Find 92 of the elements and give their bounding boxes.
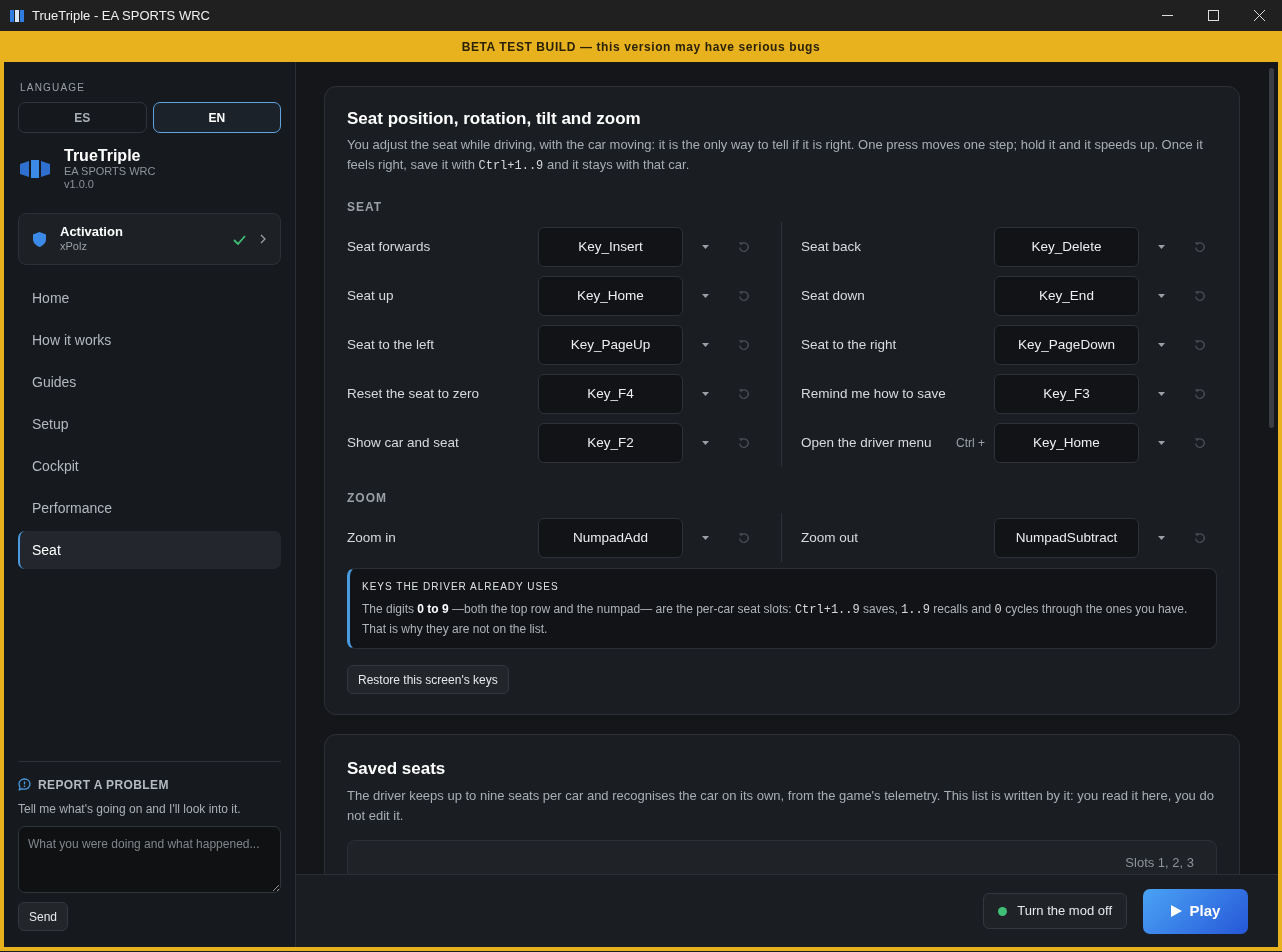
activation-title: Activation — [60, 224, 123, 239]
nav-item[interactable]: How it works — [18, 321, 281, 359]
section-title: Seat position, rotation, tilt and zoom — [347, 109, 642, 130]
app-name: TrueTriple — [64, 147, 142, 165]
reset-icon[interactable] — [1194, 531, 1206, 544]
binding-label: Zoom out — [801, 528, 860, 547]
nav-item[interactable]: Cockpit — [18, 447, 281, 485]
key-field[interactable]: Key_F3 — [994, 373, 1139, 414]
key-field[interactable]: Key_F4 — [538, 373, 683, 414]
reset-icon[interactable] — [738, 338, 750, 351]
binding-label: Reset the seat to zero — [347, 384, 481, 403]
binding-label: Seat to the left — [347, 335, 436, 354]
nav-item[interactable]: Guides — [18, 363, 281, 401]
app-subtitle: EA SPORTS WRC — [64, 165, 156, 178]
nav-item[interactable]: Setup — [18, 405, 281, 443]
key-field[interactable]: Key_F2 — [538, 422, 683, 463]
reset-icon[interactable] — [738, 531, 750, 544]
reset-icon[interactable] — [1194, 289, 1206, 302]
caret-down-icon[interactable] — [1157, 244, 1165, 249]
callout-text: The digits 0 to 9 —both the top row and the numpad— are the per-car seat slots: Ctrl+1..9 saves, 1..9 recalls and 0 cycles through the ones you have. That is why they are not on the list. — [362, 601, 1189, 639]
key-field[interactable]: Key_Insert — [538, 226, 683, 267]
callout-title: KEYS THE DRIVER ALREADY USES — [362, 580, 560, 595]
report-textarea[interactable]: What you were doing and what happened... — [18, 825, 281, 893]
reset-icon[interactable] — [738, 289, 750, 302]
window-title: TrueTriple - EA SPORTS WRC — [32, 6, 210, 25]
caret-down-icon[interactable] — [1157, 535, 1165, 540]
shield-icon — [33, 231, 46, 247]
key-field[interactable]: NumpadSubtract — [994, 517, 1139, 558]
reset-icon[interactable] — [1194, 436, 1206, 449]
language-label: LANGUAGE — [19, 81, 87, 95]
caret-down-icon[interactable] — [701, 342, 709, 347]
caret-down-icon[interactable] — [1157, 391, 1165, 396]
close-icon — [1253, 10, 1265, 21]
group-heading: ZOOM — [347, 490, 388, 508]
send-button[interactable]: Send — [18, 902, 69, 931]
binding-label: Open the driver menu — [801, 433, 933, 452]
caret-down-icon[interactable] — [1157, 293, 1165, 298]
restore-keys-button[interactable]: Restore this screen's keys — [347, 665, 509, 695]
mod-toggle-button[interactable]: Turn the mod off — [983, 893, 1127, 929]
language-button[interactable]: ES — [18, 102, 147, 133]
beta-banner-text: BETA TEST BUILD — this version may have serious bugs — [461, 38, 821, 56]
app-icon — [10, 9, 24, 22]
key-field[interactable]: NumpadAdd — [538, 517, 683, 558]
reset-icon[interactable] — [738, 240, 750, 253]
binding-label: Remind me how to save — [801, 384, 947, 403]
report-title: REPORT A PROBLEM — [38, 776, 169, 794]
reset-icon[interactable] — [1194, 387, 1206, 400]
key-field[interactable]: Key_Delete — [994, 226, 1139, 267]
reset-icon[interactable] — [1194, 240, 1206, 253]
group-heading: SEAT — [347, 199, 384, 217]
play-button[interactable]: Play — [1143, 888, 1248, 934]
binding-label: Seat down — [801, 286, 866, 305]
caret-down-icon[interactable] — [1157, 440, 1165, 445]
caret-down-icon[interactable] — [701, 535, 709, 540]
nav-item[interactable]: Seat — [18, 531, 281, 569]
nav-item[interactable]: Home — [18, 279, 281, 317]
nav-item[interactable]: Performance — [18, 489, 281, 527]
reset-icon[interactable] — [738, 387, 750, 400]
chat-alert-icon — [18, 778, 31, 791]
caret-down-icon[interactable] — [701, 244, 709, 249]
app-version: v1.0.0 — [64, 178, 95, 191]
section-description: The driver keeps up to nine seats per car and recognises the car on its own, from the game's telemetry. This list is written by it: you read it here, you do not edit it. — [347, 786, 1215, 825]
binding-label: Seat to the right — [801, 335, 898, 354]
caret-down-icon[interactable] — [701, 293, 709, 298]
caret-down-icon[interactable] — [701, 391, 709, 396]
play-icon — [1170, 905, 1182, 917]
binding-label: Seat forwards — [347, 237, 432, 256]
binding-label: Seat up — [347, 286, 395, 305]
report-description: Tell me what's going on and I'll look into it. — [18, 800, 242, 818]
maximize-icon — [1207, 10, 1219, 21]
caret-down-icon[interactable] — [1157, 342, 1165, 347]
activation-user: xPolz — [60, 239, 88, 254]
reset-icon[interactable] — [1194, 338, 1206, 351]
activation-card[interactable]: Activation xPolz — [18, 213, 281, 265]
chevron-right-icon — [260, 234, 266, 244]
modifier-label: Ctrl + — [956, 434, 985, 452]
scrollbar[interactable] — [1269, 68, 1274, 428]
slots-label: Slots 1, 2, 3 — [1125, 854, 1194, 870]
logo-icon — [20, 159, 50, 179]
key-field[interactable]: Key_End — [994, 275, 1139, 316]
binding-label: Show car and seat — [347, 433, 460, 452]
key-field[interactable]: Key_PageUp — [538, 324, 683, 365]
key-field[interactable]: Key_Home — [538, 275, 683, 316]
binding-label: Seat back — [801, 237, 863, 256]
key-field[interactable]: Key_PageDown — [994, 324, 1139, 365]
key-field[interactable]: Key_Home — [994, 422, 1139, 463]
caret-down-icon[interactable] — [701, 440, 709, 445]
section-title: Saved seats — [347, 759, 447, 780]
language-button[interactable]: EN — [152, 102, 281, 133]
reset-icon[interactable] — [738, 436, 750, 449]
section-description: You adjust the seat while driving, with the car moving: it is the only way to tell if it is right. One press moves one step; hold it and it speeds up. Once it feels right, save it with Ctrl+1..9 and it stays with that car. — [347, 136, 1204, 176]
binding-label: Zoom in — [347, 528, 397, 547]
